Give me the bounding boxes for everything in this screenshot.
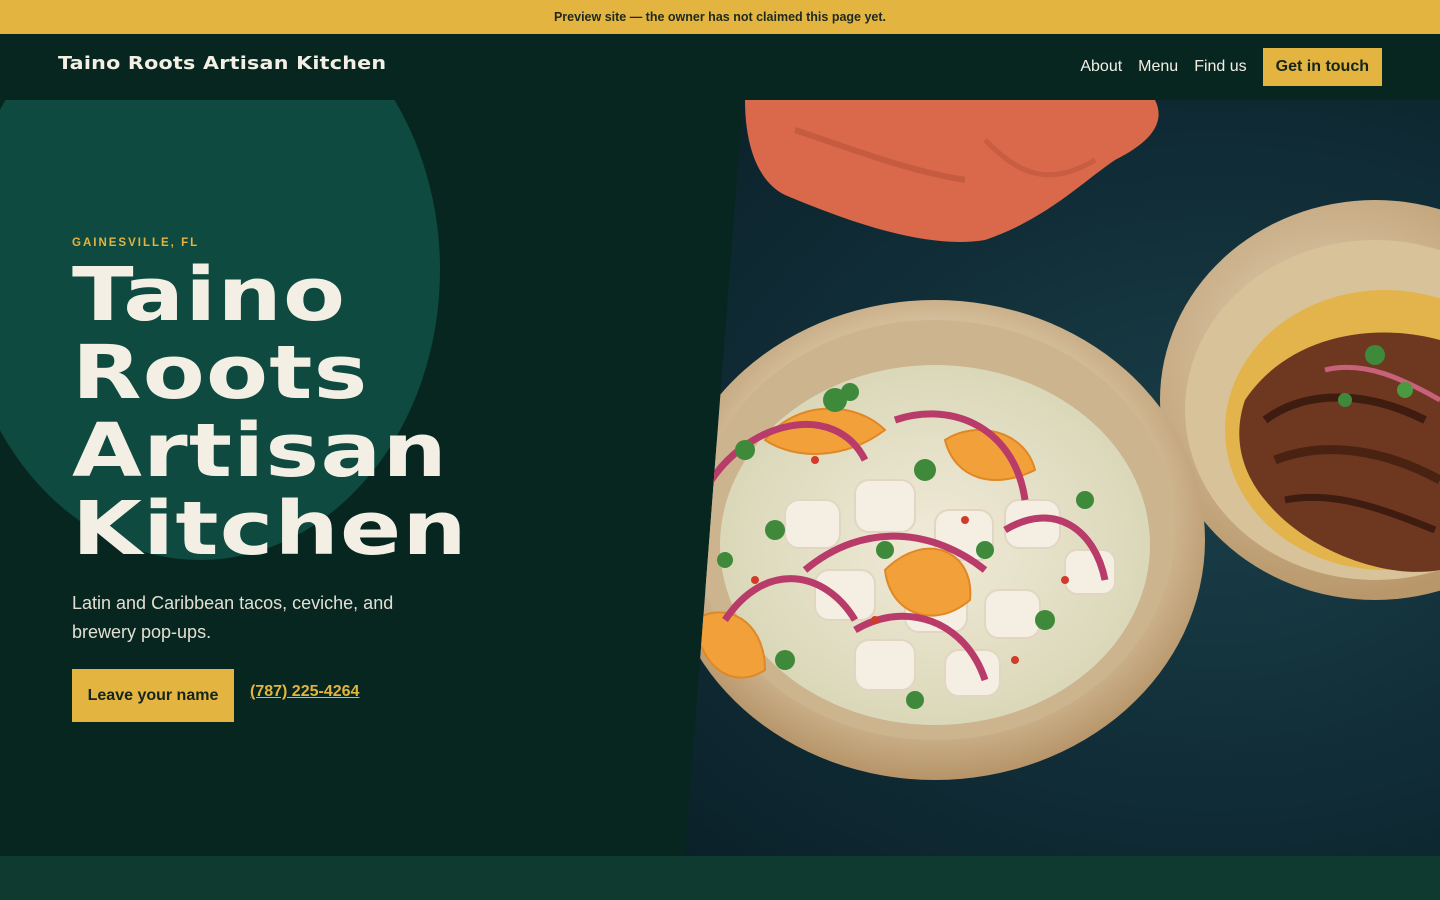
phone-number-link[interactable]: (787) 225-4264 <box>250 683 359 701</box>
hero-title-line-3: Artisan <box>72 408 448 494</box>
hero-title-line-4: Kitchen <box>72 486 468 572</box>
food-illustration <box>685 100 1440 780</box>
get-in-touch-button[interactable]: Get in touch <box>1262 48 1382 86</box>
hero-title-line-1: Taino <box>72 252 347 338</box>
nav-about-link[interactable]: About <box>1080 58 1122 76</box>
main-nav: About Menu Find us Get in touch <box>1064 34 1382 100</box>
preview-banner: Preview site — the owner has not claimed… <box>0 0 1440 34</box>
preview-banner-text: Preview site — the owner has not claimed… <box>553 10 887 24</box>
nav-find-us-link[interactable]: Find us <box>1194 58 1246 76</box>
hero-title-line-2: Roots <box>72 330 369 416</box>
hero-title: Taino Roots Artisan Kitchen <box>72 256 755 568</box>
nav-menu-link[interactable]: Menu <box>1138 58 1178 76</box>
next-section-band <box>0 856 1440 900</box>
hero-food-photo <box>685 100 1440 856</box>
hero-section: GAINESVILLE, FL Taino Roots Artisan Kitc… <box>0 100 1440 856</box>
leave-your-name-button[interactable]: Leave your name <box>72 669 234 722</box>
hero-location-eyebrow: GAINESVILLE, FL <box>72 237 200 249</box>
site-header: Taino Roots Artisan Kitchen About Menu F… <box>0 34 1440 100</box>
brand-logo[interactable]: Taino Roots Artisan Kitchen <box>58 54 386 74</box>
hero-subtitle: Latin and Caribbean tacos, ceviche, and … <box>72 593 394 642</box>
